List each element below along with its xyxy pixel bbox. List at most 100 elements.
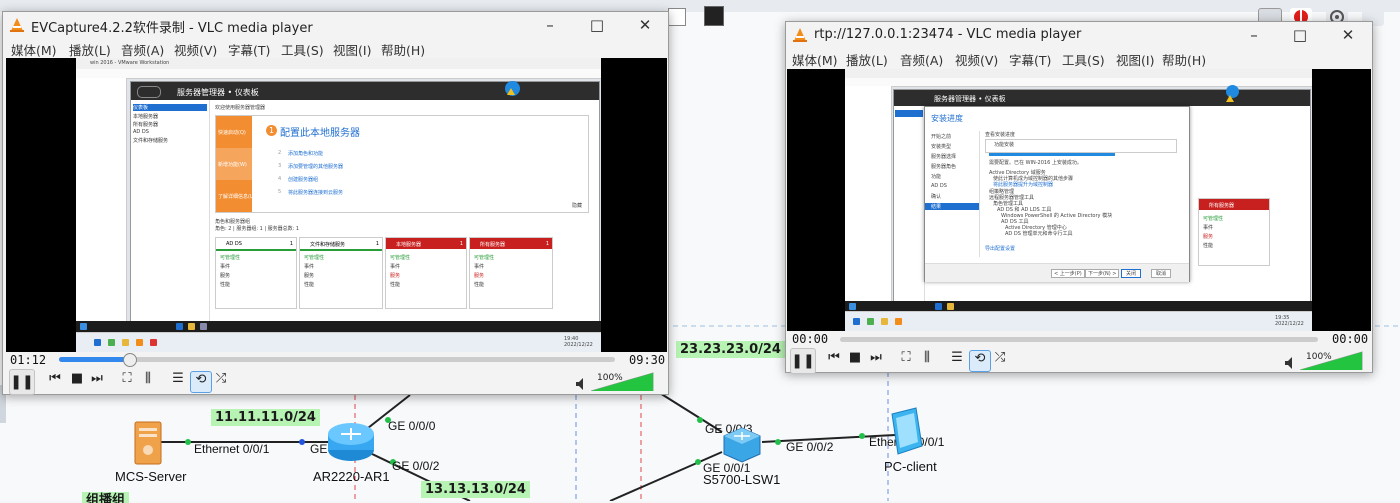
if-lsw-ge002: GE 0/0/2 [786, 440, 834, 454]
nav-local-server: 本地服务器 [133, 114, 159, 120]
nav-ad-ds: AD DS [133, 129, 149, 135]
menu-bar: 媒体(M) 播放(L) 音频(A) 视频(V) 字幕(T) 工具(S) 视图(I… [3, 38, 668, 60]
titlebar[interactable]: rtp://127.0.0.1:23474 - VLC media player… [786, 22, 1372, 48]
if-ar1-ge000: GE 0/0/0 [388, 419, 436, 433]
host-folder-icon [881, 318, 888, 325]
vm-toolbar [76, 69, 601, 79]
pause-button[interactable]: ❚❚ [9, 369, 35, 395]
dialog-title: 安装进度 [931, 114, 963, 123]
playlist-button[interactable]: ☰ [947, 350, 967, 370]
if-mcs-eth: Ethernet 0/0/1 [194, 442, 270, 456]
menu-video[interactable]: 视频(V) [955, 50, 998, 69]
host-app1-icon [108, 339, 115, 346]
menu-playback[interactable]: 播放(L) [69, 40, 111, 59]
vlc-cone-icon [10, 18, 24, 32]
guest-taskbar [76, 321, 601, 332]
maximize-button[interactable]: □ [585, 15, 609, 35]
server-icon[interactable] [133, 420, 163, 466]
net-label-multicast: 组播组 [82, 492, 130, 503]
host-start-icon [853, 318, 860, 325]
server-manager-window: 服务器管理器 • 仪表板 所有服务器 可管理性 事件 服务 性能 安装进度 开始… [893, 85, 1311, 303]
start-icon [849, 303, 856, 310]
next-button[interactable]: ⏭ [87, 371, 107, 391]
next-button[interactable]: ⏭ [866, 350, 886, 370]
stop-button[interactable]: ■ [845, 350, 865, 370]
menu-tools[interactable]: 工具(S) [281, 40, 324, 59]
extended-settings-button[interactable]: ⫼ [138, 371, 158, 391]
menu-tools[interactable]: 工具(S) [1062, 50, 1105, 69]
welcome-heading: 欢迎使用服务器管理器 [215, 105, 266, 111]
menu-audio[interactable]: 音频(A) [900, 50, 943, 69]
capture-tool-icon[interactable] [704, 6, 724, 26]
stop-button[interactable]: ■ [67, 371, 87, 391]
warning-flag-icon [1226, 95, 1234, 102]
vlc-window-left[interactable]: EVCapture4.2.2软件录制 - VLC media player – … [2, 11, 669, 395]
maximize-button[interactable]: □ [1288, 25, 1312, 45]
menu-bar: 媒体(M) 播放(L) 音频(A) 视频(V) 字幕(T) 工具(S) 视图(I… [786, 48, 1372, 70]
extended-settings-button[interactable]: ⫼ [917, 350, 937, 370]
switch-icon[interactable] [720, 424, 764, 464]
fullscreen-button[interactable]: ⛶ [896, 350, 916, 370]
seek-handle[interactable] [123, 353, 138, 367]
menu-subtitle[interactable]: 字幕(T) [1009, 50, 1051, 69]
pc-icon[interactable] [888, 406, 928, 458]
shuffle-button[interactable]: ⤮ [211, 371, 231, 391]
vlc-cone-icon [793, 28, 807, 42]
qs-side-1: 快速启动(Q) [216, 116, 252, 148]
vlc-window-right[interactable]: rtp://127.0.0.1:23474 - VLC media player… [785, 21, 1373, 374]
menu-view[interactable]: 视图(I) [1116, 50, 1154, 69]
window-title: rtp://127.0.0.1:23474 - VLC media player [814, 27, 1082, 42]
tile-ad-ds: AD DS 1 可管理性 事件 服务 性能 [215, 237, 297, 309]
start-icon [80, 323, 87, 330]
vm-library-tree [76, 78, 127, 340]
volume-slider[interactable] [591, 371, 655, 391]
fullscreen-button[interactable]: ⛶ [117, 371, 137, 391]
menu-help[interactable]: 帮助(H) [1162, 50, 1206, 69]
if-ar1-ge002: GE 0/0/2 [392, 459, 440, 473]
dialog-nav: 开始之前 安装类型 服务器选择 服务器角色 功能 AD DS 确认 结果 [925, 131, 980, 257]
menu-subtitle[interactable]: 字幕(T) [228, 40, 270, 59]
time-total: 00:00 [1332, 332, 1369, 346]
seek-progress [59, 357, 130, 362]
volume-slider[interactable] [1300, 350, 1364, 370]
qs-step-4-num: 4 [278, 176, 282, 182]
server-manager-window: 服务器管理器 • 仪表板 仪表板 本地服务器 所有服务器 AD DS 文件和存储… [130, 81, 600, 323]
video-area[interactable]: win 2016 - VMware Workstation 服务器管理器 • 仪… [6, 58, 667, 352]
menu-media[interactable]: 媒体(M) [792, 50, 838, 69]
server-manager-icon [200, 323, 207, 330]
previous-button[interactable]: ⏮ [824, 350, 844, 370]
quick-start-panel: 快速启动(Q) 新增功能(W) 了解详细信息(L) 1 配置此本地服务器 2 添… [215, 115, 589, 213]
minimize-button[interactable]: – [1242, 25, 1266, 45]
tile-all-servers: 所有服务器 可管理性 事件 服务 性能 [1198, 198, 1270, 266]
previous-button[interactable]: ⏮ [45, 371, 65, 391]
titlebar[interactable]: EVCapture4.2.2软件录制 - VLC media player – … [3, 12, 668, 38]
guest-taskbar [845, 301, 1312, 311]
qs-step-4: 创建服务器组 [288, 177, 319, 183]
menu-playback[interactable]: 播放(L) [846, 50, 888, 69]
seek-bar[interactable] [59, 353, 615, 367]
loop-button[interactable]: ⟲ [969, 350, 991, 372]
minimize-button[interactable]: – [538, 15, 562, 35]
menu-media[interactable]: 媒体(M) [11, 40, 57, 59]
menu-help[interactable]: 帮助(H) [381, 40, 425, 59]
router-icon[interactable] [326, 420, 376, 464]
recorded-screen: win 2016 - VMware Workstation 服务器管理器 • 仪… [76, 58, 601, 352]
video-area[interactable]: 服务器管理器 • 仪表板 所有服务器 可管理性 事件 服务 性能 安装进度 开始… [787, 69, 1371, 331]
playlist-button[interactable]: ☰ [168, 371, 188, 391]
loop-button[interactable]: ⟲ [190, 371, 212, 393]
qs-step-3-num: 3 [278, 163, 282, 169]
qs-side-2: 新增功能(W) [216, 148, 252, 180]
table-tool-icon[interactable] [668, 8, 686, 26]
menu-audio[interactable]: 音频(A) [121, 40, 164, 59]
close-button[interactable]: ✕ [633, 15, 657, 35]
pause-button[interactable]: ❚❚ [790, 348, 816, 374]
host-clock: 19:40 2022/12/22 [564, 336, 593, 348]
menu-video[interactable]: 视频(V) [174, 40, 217, 59]
speaker-icon [1285, 357, 1292, 369]
menu-view[interactable]: 视图(I) [333, 40, 371, 59]
roles-sub: 角色: 2 | 服务器组: 1 | 服务器总数: 1 [215, 226, 300, 232]
seek-bar[interactable] [840, 337, 1318, 342]
shuffle-button[interactable]: ⤮ [990, 350, 1010, 370]
close-button[interactable]: ✕ [1336, 25, 1360, 45]
install-box: 功能安装 [985, 139, 1177, 153]
